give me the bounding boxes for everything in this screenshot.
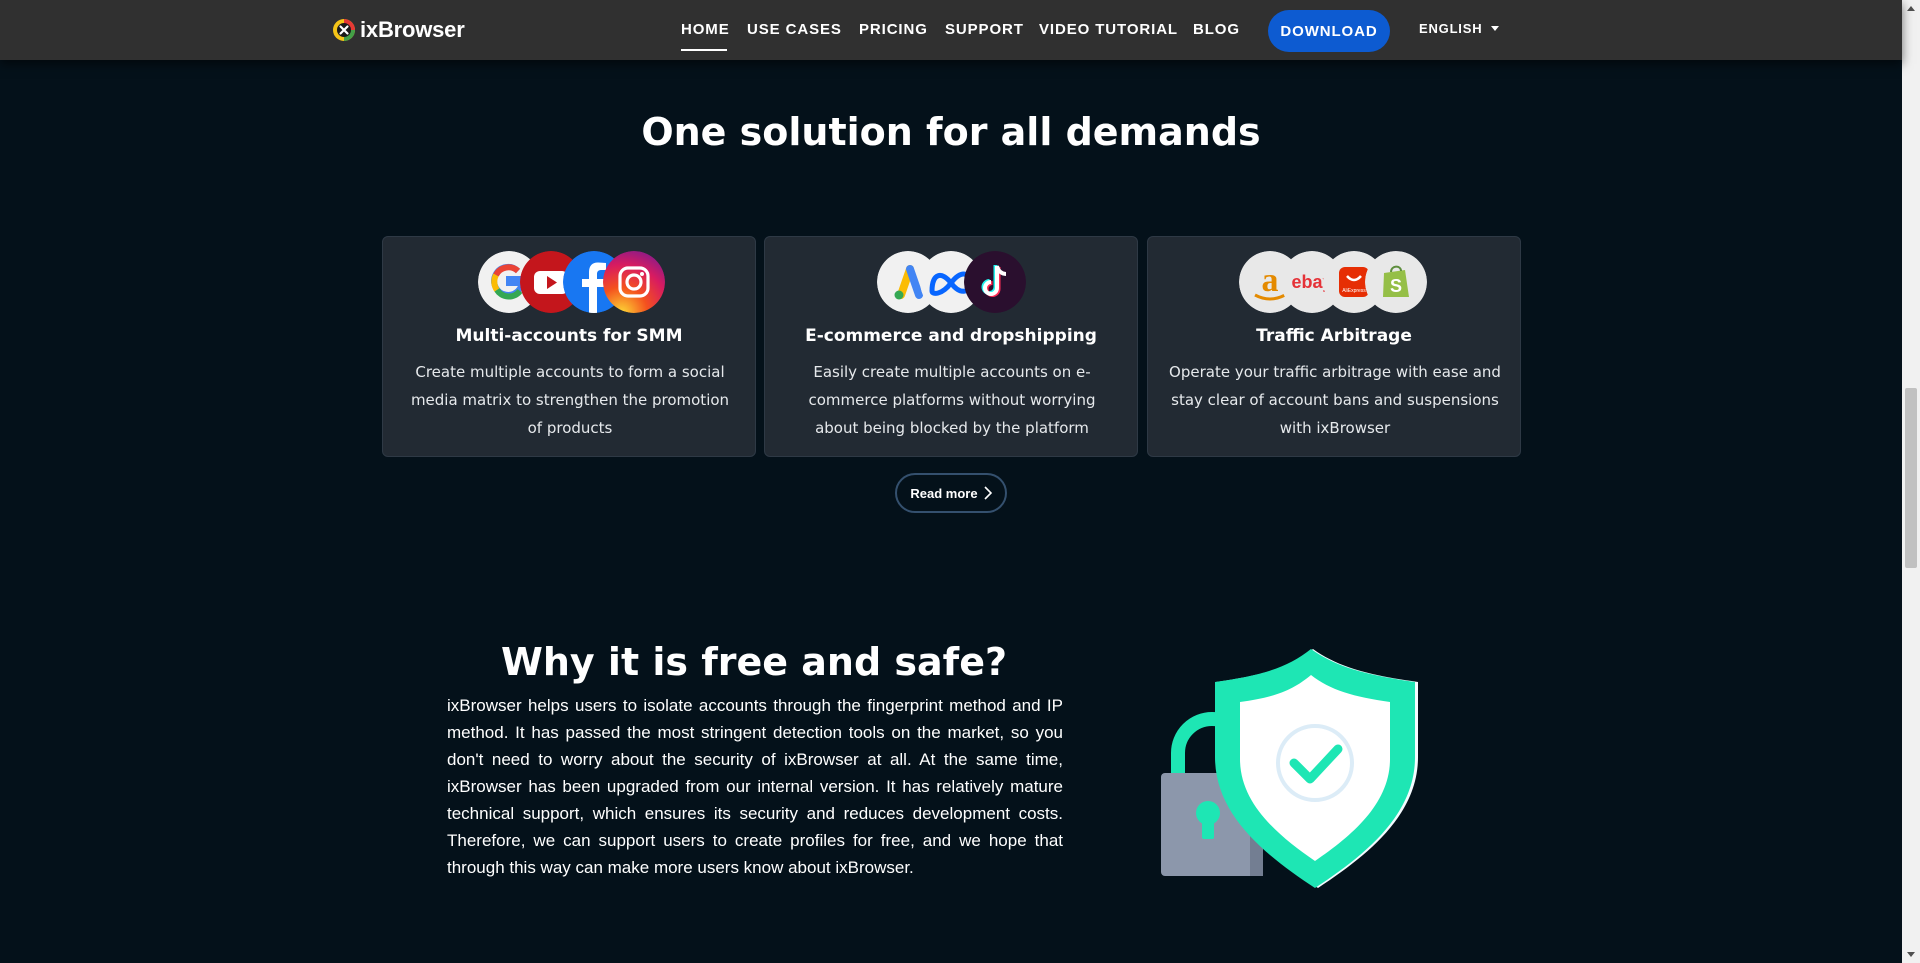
- scroll-down-arrow-icon[interactable]: [1907, 952, 1915, 957]
- brand-name: ixBrowser: [360, 17, 465, 42]
- read-more-button[interactable]: Read more: [895, 473, 1007, 513]
- aliexpress-icon-text: AliExpress: [1342, 288, 1366, 294]
- nav-home[interactable]: HOME: [681, 21, 730, 38]
- nav-use-cases[interactable]: USE CASES: [747, 21, 842, 38]
- shopify-icon: S: [1365, 251, 1427, 313]
- active-nav-underline: [681, 49, 727, 51]
- nav-blog[interactable]: BLOG: [1193, 21, 1240, 38]
- card-description: Create multiple accounts to form a socia…: [410, 363, 730, 437]
- chevron-right-icon: [984, 486, 992, 500]
- read-more-label: Read more: [910, 485, 978, 501]
- scroll-up-arrow-icon[interactable]: [1907, 6, 1915, 11]
- nav-video-tutorial[interactable]: VIDEO TUTORIAL: [1039, 21, 1178, 38]
- svg-text:a: a: [1262, 262, 1279, 299]
- card-icons: a ebay AliExpress S: [1148, 251, 1520, 315]
- card-ecommerce: E-commerce and dropshipping Easily creat…: [764, 236, 1138, 457]
- solutions-title: One solution for all demands: [641, 110, 1261, 154]
- security-shield-illustration: [1161, 649, 1418, 888]
- nav-pricing[interactable]: PRICING: [859, 21, 928, 38]
- caret-down-icon: [1491, 26, 1500, 31]
- ixbrowser-logo-icon: [333, 19, 355, 41]
- why-title: Why it is free and safe?: [500, 640, 1008, 684]
- card-description: Operate your traffic arbitrage with ease…: [1169, 363, 1501, 437]
- card-smm: Multi-accounts for SMM Create multiple a…: [382, 236, 756, 457]
- card-icons: [765, 251, 1137, 315]
- card-traffic-arbitrage: a ebay AliExpress S Traffic Arbitrage Op…: [1147, 236, 1521, 457]
- svg-text:S: S: [1390, 276, 1402, 296]
- scrollbar-thumb[interactable]: [1905, 388, 1917, 568]
- card-title: Multi-accounts for SMM: [455, 326, 683, 346]
- card-description: Easily create multiple accounts on e-com…: [808, 363, 1096, 437]
- top-navbar: ixBrowser HOME USE CASES PRICING SUPPORT…: [0, 0, 1902, 60]
- vertical-scrollbar[interactable]: [1902, 0, 1920, 963]
- instagram-icon: [603, 251, 665, 313]
- nav-support[interactable]: SUPPORT: [945, 21, 1024, 38]
- download-button[interactable]: DOWNLOAD: [1268, 10, 1390, 52]
- card-title: Traffic Arbitrage: [1256, 326, 1412, 346]
- tiktok-icon: [964, 251, 1026, 313]
- card-title: E-commerce and dropshipping: [805, 326, 1097, 346]
- card-icons: [383, 251, 755, 315]
- brand-logo[interactable]: ixBrowser: [332, 17, 465, 43]
- language-label: ENGLISH: [1419, 21, 1483, 36]
- language-selector[interactable]: ENGLISH: [1419, 21, 1500, 36]
- why-description: ixBrowser helps users to isolate account…: [447, 696, 1063, 877]
